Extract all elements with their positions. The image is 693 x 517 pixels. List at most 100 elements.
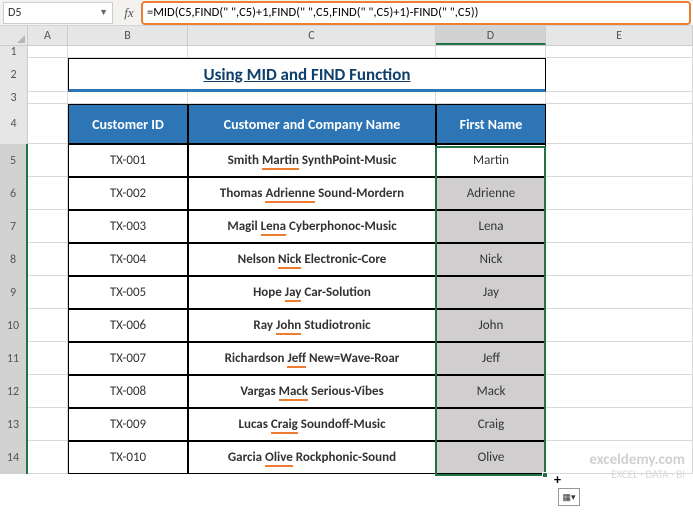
cell-id[interactable]: TX-002 (68, 177, 188, 210)
cell-first[interactable]: Nick (436, 243, 546, 276)
cell[interactable] (28, 342, 68, 375)
cell[interactable] (28, 104, 68, 144)
row-header[interactable]: 2 (0, 58, 28, 92)
col-header-c[interactable]: C (188, 26, 436, 45)
grid-row: 8 TX-004 Nelson Nick Electronic-Core Nic… (0, 243, 693, 276)
cell-first[interactable]: Jay (436, 276, 546, 309)
row-header[interactable]: 11 (0, 342, 28, 375)
row-header[interactable]: 3 (0, 92, 28, 104)
cell[interactable] (546, 177, 693, 210)
cell-name[interactable]: Magil Lena Cyberphonoc-Music (188, 210, 436, 243)
cell[interactable] (188, 92, 436, 104)
cell-id[interactable]: TX-001 (68, 144, 188, 177)
autofill-options-button[interactable]: ▦▾ (558, 488, 580, 506)
cell-name[interactable]: Thomas Adrienne Sound-Mordern (188, 177, 436, 210)
cell-first[interactable]: Adrienne (436, 177, 546, 210)
cell-first[interactable]: Lena (436, 210, 546, 243)
header-id[interactable]: Customer ID (68, 104, 188, 144)
cell-id[interactable]: TX-005 (68, 276, 188, 309)
cell-name[interactable]: Nelson Nick Electronic-Core (188, 243, 436, 276)
cursor-crosshair-icon: + (554, 471, 561, 488)
cell-name[interactable]: Lucas Craig Soundoff-Music (188, 408, 436, 441)
cell[interactable] (28, 210, 68, 243)
cell-first[interactable]: Jeff (436, 342, 546, 375)
row-header[interactable]: 12 (0, 375, 28, 408)
cell-id[interactable]: TX-007 (68, 342, 188, 375)
cell-id[interactable]: TX-003 (68, 210, 188, 243)
formula-bar-row: D5 ▼ fx (0, 0, 693, 26)
cell[interactable] (546, 210, 693, 243)
row-header[interactable]: 5 (0, 144, 28, 177)
cell-name[interactable]: Garcia Olive Rockphonic-Sound (188, 441, 436, 474)
grid-row: 11 TX-007 Richardson Jeff New=Wave-Roar … (0, 342, 693, 375)
cell[interactable] (546, 104, 693, 144)
cell-id[interactable]: TX-010 (68, 441, 188, 474)
watermark: exceldemy.com EXCEL · DATA · BI (589, 452, 685, 481)
cell[interactable] (28, 408, 68, 441)
cell[interactable] (28, 58, 68, 92)
select-all-corner[interactable] (0, 26, 28, 45)
row-header[interactable]: 1 (0, 46, 28, 58)
cell[interactable] (28, 177, 68, 210)
cell-id[interactable]: TX-009 (68, 408, 188, 441)
cell[interactable] (28, 144, 68, 177)
row-header[interactable]: 9 (0, 276, 28, 309)
col-header-b[interactable]: B (68, 26, 188, 45)
cell-name[interactable]: Vargas Mack Serious-Vibes (188, 375, 436, 408)
col-header-a[interactable]: A (28, 26, 68, 45)
cell[interactable] (546, 309, 693, 342)
row-header[interactable]: 13 (0, 408, 28, 441)
cell[interactable] (436, 46, 546, 58)
cell[interactable] (546, 276, 693, 309)
cell[interactable] (546, 375, 693, 408)
col-header-e[interactable]: E (546, 26, 693, 45)
cell[interactable] (28, 243, 68, 276)
formula-input[interactable] (141, 2, 693, 24)
cell-id[interactable]: TX-008 (68, 375, 188, 408)
row-header[interactable]: 4 (0, 104, 28, 144)
fill-handle[interactable] (542, 472, 548, 478)
cell[interactable] (68, 46, 188, 58)
cell-first[interactable]: John (436, 309, 546, 342)
cell[interactable] (546, 408, 693, 441)
cell[interactable] (546, 58, 693, 92)
cell[interactable] (28, 92, 68, 104)
cell[interactable] (68, 92, 188, 104)
cell[interactable] (546, 46, 693, 58)
cell[interactable] (546, 92, 693, 104)
row-header[interactable]: 10 (0, 309, 28, 342)
header-name[interactable]: Customer and Company Name (188, 104, 436, 144)
row-header[interactable]: 7 (0, 210, 28, 243)
cell[interactable] (546, 144, 693, 177)
cell[interactable] (28, 276, 68, 309)
chevron-down-icon[interactable]: ▼ (99, 7, 108, 18)
grid-row: 13 TX-009 Lucas Craig Soundoff-Music Cra… (0, 408, 693, 441)
cell[interactable] (28, 375, 68, 408)
title-cell[interactable]: Using MID and FIND Function (68, 58, 546, 92)
cell-name[interactable]: Smith Martin SynthPoint-Music (188, 144, 436, 177)
row-header[interactable]: 6 (0, 177, 28, 210)
cell-name[interactable]: Ray John Studiotronic (188, 309, 436, 342)
cell-id[interactable]: TX-006 (68, 309, 188, 342)
cell[interactable] (28, 46, 68, 58)
row-header[interactable]: 14 (0, 441, 28, 474)
cell-id[interactable]: TX-004 (68, 243, 188, 276)
header-first[interactable]: First Name (436, 104, 546, 144)
cell-name[interactable]: Richardson Jeff New=Wave-Roar (188, 342, 436, 375)
fx-button[interactable]: fx (117, 5, 141, 21)
cell[interactable] (436, 92, 546, 104)
cell-first[interactable]: Olive (436, 441, 546, 474)
cell-first[interactable]: Martin (436, 144, 546, 177)
formula-bar (141, 2, 693, 24)
cell[interactable] (188, 46, 436, 58)
cell-first[interactable]: Craig (436, 408, 546, 441)
cell[interactable] (28, 309, 68, 342)
cell[interactable] (546, 342, 693, 375)
cell-first[interactable]: Mack (436, 375, 546, 408)
name-box[interactable]: D5 ▼ (3, 2, 113, 24)
col-header-d[interactable]: D (436, 26, 546, 45)
cell[interactable] (546, 243, 693, 276)
row-header[interactable]: 8 (0, 243, 28, 276)
cell[interactable] (28, 441, 68, 474)
cell-name[interactable]: Hope Jay Car-Solution (188, 276, 436, 309)
